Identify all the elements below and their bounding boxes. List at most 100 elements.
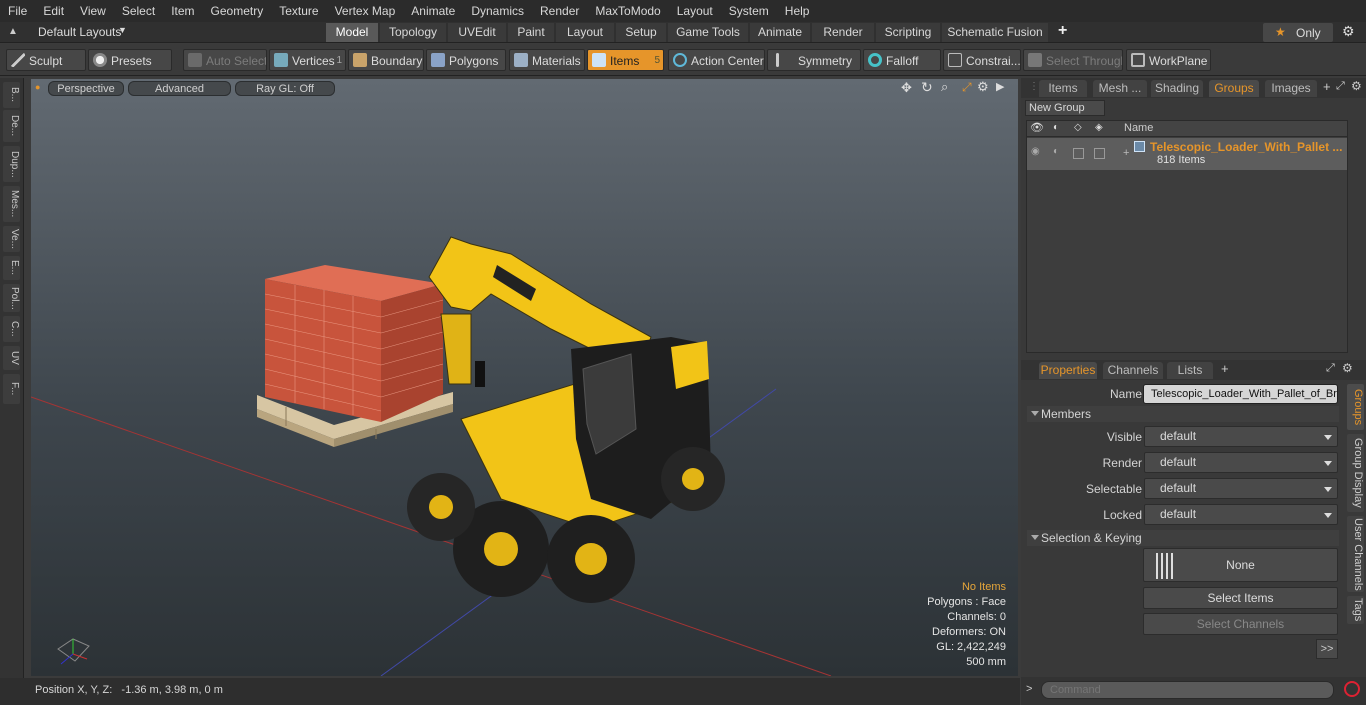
- tab-images[interactable]: Images: [1265, 80, 1317, 97]
- presets-button[interactable]: Presets: [88, 49, 172, 71]
- sculpt-button[interactable]: Sculpt: [6, 49, 86, 71]
- select-icon[interactable]: ◇: [1074, 122, 1082, 133]
- render-icon[interactable]: ◐: [1053, 122, 1059, 133]
- eye-icon[interactable]: 👁: [1030, 121, 1044, 134]
- new-group-button[interactable]: New Group: [1025, 100, 1105, 116]
- members-section[interactable]: Members: [1027, 406, 1339, 422]
- gear-icon[interactable]: ⚙: [977, 79, 989, 95]
- more-button[interactable]: >>: [1316, 639, 1338, 659]
- left-tab-8[interactable]: UV: [3, 346, 20, 370]
- tab-items[interactable]: Items: [1039, 80, 1087, 97]
- selection-keying-section[interactable]: Selection & Keying: [1027, 530, 1339, 546]
- tab-schematic-fusion[interactable]: Schematic Fusion: [942, 23, 1048, 42]
- add-layout-icon[interactable]: +: [1058, 22, 1067, 40]
- viewport-menu-icon[interactable]: ●: [35, 82, 40, 92]
- perspective-button[interactable]: Perspective: [48, 81, 124, 96]
- menu-item-texture[interactable]: Texture: [271, 0, 326, 22]
- menu-item-select[interactable]: Select: [114, 0, 163, 22]
- menu-item-render[interactable]: Render: [532, 0, 587, 22]
- tab-groups[interactable]: Groups: [1209, 80, 1259, 97]
- vertices-button[interactable]: Vertices 1: [269, 49, 346, 71]
- tab-topology[interactable]: Topology: [380, 23, 446, 42]
- gear-icon[interactable]: ⚙: [1351, 79, 1362, 93]
- tab-game-tools[interactable]: Game Tools: [668, 23, 748, 42]
- tab-paint[interactable]: Paint: [508, 23, 554, 42]
- tab-shading[interactable]: Shading: [1151, 80, 1203, 97]
- visible-select[interactable]: default: [1144, 426, 1338, 447]
- selectable-select[interactable]: default: [1144, 478, 1338, 499]
- boundary-button[interactable]: Boundary: [348, 49, 424, 71]
- action-center-button[interactable]: Action Center: [668, 49, 765, 71]
- menu-item-animate[interactable]: Animate: [403, 0, 463, 22]
- tab-channels[interactable]: Channels: [1103, 362, 1163, 379]
- maximize-icon[interactable]: ⤢: [962, 80, 972, 95]
- constraints-button[interactable]: Constrai...: [943, 49, 1021, 71]
- menu-item-view[interactable]: View: [72, 0, 114, 22]
- left-tab-1[interactable]: De...: [3, 110, 20, 142]
- add-tab-icon[interactable]: +: [1221, 361, 1229, 376]
- tab-setup[interactable]: Setup: [616, 23, 666, 42]
- move-view-icon[interactable]: ✥: [901, 80, 912, 96]
- menu-item-dynamics[interactable]: Dynamics: [463, 0, 532, 22]
- command-input[interactable]: [1041, 681, 1334, 699]
- tab-render[interactable]: Render: [812, 23, 874, 42]
- menu-item-maxtomodo[interactable]: MaxToModo: [587, 0, 668, 22]
- gear-icon[interactable]: ⚙: [1342, 23, 1355, 40]
- expand-icon[interactable]: ⤢: [1326, 362, 1335, 375]
- menu-item-vertex-map[interactable]: Vertex Map: [327, 0, 404, 22]
- menu-item-file[interactable]: File: [0, 0, 35, 22]
- left-tab-5[interactable]: E...: [3, 256, 20, 280]
- select-channels-button[interactable]: Select Channels: [1143, 613, 1338, 635]
- select-through-button[interactable]: Select Through: [1023, 49, 1123, 71]
- record-icon[interactable]: [1344, 681, 1360, 697]
- expand-icon[interactable]: ⤢: [1336, 80, 1345, 93]
- workplane-button[interactable]: WorkPlane: [1126, 49, 1211, 71]
- auto-select-button[interactable]: Auto Select: [183, 49, 267, 71]
- side-tab-group-display[interactable]: Group Display: [1347, 434, 1364, 512]
- left-tab-2[interactable]: Dup...: [3, 146, 20, 182]
- gear-icon[interactable]: ⚙: [1342, 361, 1353, 375]
- checkbox-select[interactable]: [1073, 148, 1084, 159]
- tab-scripting[interactable]: Scripting: [876, 23, 940, 42]
- tab-uvedit[interactable]: UVEdit: [448, 23, 506, 42]
- select-items-button[interactable]: Select Items: [1143, 587, 1338, 609]
- key-none-button[interactable]: None: [1143, 548, 1338, 582]
- side-tab-user-channels[interactable]: User Channels: [1347, 516, 1364, 592]
- tab-mesh-[interactable]: Mesh ...: [1093, 80, 1147, 97]
- add-tab-icon[interactable]: +: [1323, 79, 1331, 94]
- left-tab-6[interactable]: Pol...: [3, 284, 20, 312]
- tab-properties[interactable]: Properties: [1039, 362, 1097, 379]
- lock-icon[interactable]: ◈: [1095, 122, 1103, 133]
- only-toggle[interactable]: ★ Only: [1263, 23, 1333, 42]
- raygl-button[interactable]: Ray GL: Off: [235, 81, 335, 96]
- advanced-button[interactable]: Advanced: [128, 81, 231, 96]
- menu-item-system[interactable]: System: [721, 0, 777, 22]
- side-tab-groups[interactable]: Groups: [1347, 384, 1364, 430]
- menu-item-geometry[interactable]: Geometry: [203, 0, 272, 22]
- checkbox-lock[interactable]: [1094, 148, 1105, 159]
- eye-icon[interactable]: ◉: [1031, 146, 1040, 157]
- expand-icon[interactable]: +: [1123, 147, 1129, 159]
- group-row[interactable]: ◉ ◐ + Telescopic_Loader_With_Pallet ... …: [1027, 138, 1347, 170]
- falloff-button[interactable]: Falloff: [863, 49, 941, 71]
- rotate-view-icon[interactable]: ↻: [921, 79, 933, 96]
- polygons-button[interactable]: Polygons: [426, 49, 506, 71]
- play-icon[interactable]: ▶: [996, 80, 1004, 93]
- tab-model[interactable]: Model: [326, 23, 378, 42]
- symmetry-button[interactable]: Symmetry: [767, 49, 861, 71]
- render-select[interactable]: default: [1144, 452, 1338, 473]
- render-icon[interactable]: ◐: [1053, 146, 1059, 157]
- zoom-icon[interactable]: ⌕: [941, 79, 948, 95]
- left-tab-3[interactable]: Mes...: [3, 186, 20, 222]
- name-field[interactable]: Telescopic_Loader_With_Pallet_of_Bri: [1143, 384, 1338, 404]
- menu-item-help[interactable]: Help: [777, 0, 818, 22]
- tab-lists[interactable]: Lists: [1167, 362, 1213, 379]
- tab-animate[interactable]: Animate: [750, 23, 810, 42]
- menu-item-layout[interactable]: Layout: [669, 0, 721, 22]
- 3d-viewport[interactable]: ● Perspective Advanced Ray GL: Off ✥ ↻ ⌕…: [31, 79, 1018, 676]
- layouts-icon[interactable]: ▲: [8, 26, 18, 37]
- locked-select[interactable]: default: [1144, 504, 1338, 525]
- menu-item-item[interactable]: Item: [163, 0, 202, 22]
- side-tab-tags[interactable]: Tags: [1347, 596, 1364, 624]
- left-tab-7[interactable]: C...: [3, 316, 20, 342]
